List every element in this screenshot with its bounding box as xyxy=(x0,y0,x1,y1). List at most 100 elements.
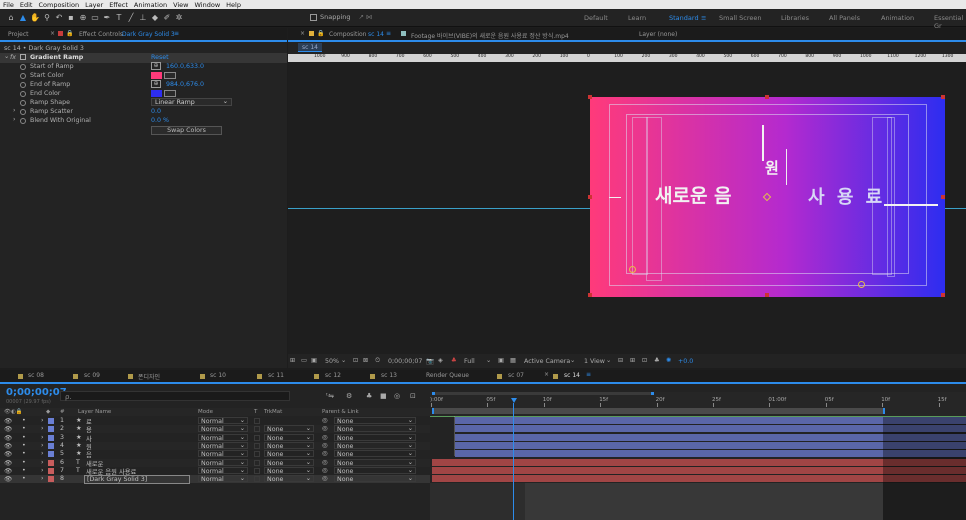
expand-chevron-icon[interactable]: › xyxy=(41,459,44,466)
label-color-swatch[interactable] xyxy=(48,434,54,441)
mode-dropdown[interactable]: Normal ⌄ xyxy=(198,441,248,450)
stopwatch-icon[interactable] xyxy=(20,64,26,70)
trkmat-dropdown[interactable]: None ⌄ xyxy=(264,458,314,467)
roto-brush-tool-icon[interactable]: ✐ xyxy=(162,12,172,24)
solo-icon[interactable]: • xyxy=(22,434,26,441)
playhead-line[interactable] xyxy=(513,403,514,520)
trkmat-dropdown[interactable]: None ⌄ xyxy=(264,450,314,458)
menu-view[interactable]: View xyxy=(173,1,188,9)
trkmat-dropdown[interactable]: None ⌄ xyxy=(264,433,314,442)
preserve-transparency-checkbox[interactable] xyxy=(254,476,260,483)
eye-icon[interactable]: 👁 xyxy=(4,417,12,425)
comp-mini-flowchart-icon[interactable]: ᵗ⇋ xyxy=(326,392,334,400)
flowchart-icon[interactable]: ♣ xyxy=(654,357,660,364)
pickwhip-icon[interactable]: ◎ xyxy=(322,434,328,441)
rotate-tool-icon[interactable]: ↶ xyxy=(54,12,64,24)
hand-tool-icon[interactable]: ✋ xyxy=(30,12,40,24)
selection-handle[interactable] xyxy=(941,195,945,199)
layer-row[interactable]: 👁 • › 3 ★ 사 Normal ⌄ None ⌄ ◎ None ⌄ xyxy=(0,433,430,443)
region-of-interest-icon[interactable]: ▣ xyxy=(498,357,504,364)
workspace-libraries[interactable]: Libraries xyxy=(781,14,809,22)
composition-viewer[interactable]: 새로운 음 원 사 용 료 xyxy=(288,62,966,354)
menu-layer[interactable]: Layer xyxy=(85,1,103,9)
ramp-end-point-icon[interactable] xyxy=(858,281,865,288)
selection-handle[interactable] xyxy=(765,293,769,297)
preserve-transparency-checkbox[interactable] xyxy=(254,451,260,458)
shy-icon[interactable]: ♣ xyxy=(366,392,372,400)
mode-dropdown[interactable]: Normal ⌄ xyxy=(198,475,248,483)
timeline-tab[interactable]: sc 11 xyxy=(268,372,284,379)
workspace-small-screen[interactable]: Small Screen xyxy=(719,14,761,22)
grid-icon[interactable]: ⊠ xyxy=(363,357,368,364)
header-layer-name[interactable]: Layer Name xyxy=(78,409,111,415)
text-layer-saeroun-eum[interactable]: 새로운 음 xyxy=(655,181,732,208)
label-color-swatch[interactable] xyxy=(48,459,54,466)
selection-handle[interactable] xyxy=(588,195,592,199)
timeline-tab[interactable]: sc 09 xyxy=(84,372,100,379)
type-tool-icon[interactable]: T xyxy=(114,12,124,24)
toggle-pixel-icon[interactable]: ⊟ xyxy=(618,357,623,364)
fit-icon[interactable]: ⊡ xyxy=(353,357,358,364)
exposure-icon[interactable]: ✺ xyxy=(666,357,671,364)
eye-icon[interactable]: 👁 xyxy=(4,450,12,458)
solo-icon[interactable]: • xyxy=(22,442,26,449)
preserve-transparency-checkbox[interactable] xyxy=(254,467,260,474)
pickwhip-icon[interactable]: ◎ xyxy=(322,417,328,424)
exposure-value[interactable]: +0.0 xyxy=(678,358,693,365)
monitor-icon[interactable]: ▭ xyxy=(301,357,307,364)
tab-effect-controls[interactable]: Effect Controls xyxy=(79,31,123,38)
fast-preview-icon[interactable]: ⊞ xyxy=(630,357,635,364)
zoom-dropdown[interactable]: 50% xyxy=(325,358,339,365)
parent-dropdown[interactable]: None ⌄ xyxy=(334,475,416,483)
stopwatch-icon[interactable] xyxy=(20,82,26,88)
snap-options-icon[interactable]: ↗ ⋈ xyxy=(359,13,373,21)
trkmat-dropdown[interactable]: None ⌄ xyxy=(264,466,314,475)
tab-project[interactable]: Project xyxy=(8,31,29,38)
stopwatch-icon[interactable] xyxy=(20,100,26,106)
mode-dropdown[interactable]: Normal ⌄ xyxy=(198,433,248,442)
ramp-scatter-value[interactable]: 0.0 xyxy=(151,108,161,115)
timeline-tab[interactable]: sc 12 xyxy=(325,372,341,379)
panel-menu-icon[interactable]: ≡ xyxy=(586,371,591,378)
solo-icon[interactable]: • xyxy=(22,417,26,424)
layer-row[interactable]: 👁 • › 8 [Dark Gray Solid 3] Normal ⌄ None ⌄ ◎ None… xyxy=(0,475,430,485)
expand-chevron-icon[interactable]: ⌄ xyxy=(4,53,9,60)
solo-icon[interactable]: • xyxy=(22,450,26,457)
label-color-swatch[interactable] xyxy=(48,476,54,483)
workspace-all-panels[interactable]: All Panels xyxy=(829,14,860,22)
expand-chevron-icon[interactable]: › xyxy=(41,450,44,457)
reset-link[interactable]: Reset xyxy=(151,54,169,61)
layer-row[interactable]: 👁 • › 2 ★ 용 Normal ⌄ None ⌄ ◎ None ⌄ xyxy=(0,425,430,434)
mode-dropdown[interactable]: Normal ⌄ xyxy=(198,466,248,475)
label-color-swatch[interactable] xyxy=(48,442,54,449)
tab-composition[interactable]: Composition xyxy=(329,31,366,38)
swap-colors-button[interactable]: Swap Colors xyxy=(151,126,222,135)
ramp-start-point-icon[interactable] xyxy=(629,266,636,273)
expand-chevron-icon[interactable]: › xyxy=(41,434,44,441)
pickwhip-icon[interactable]: ◎ xyxy=(322,450,328,457)
parent-dropdown[interactable]: None ⌄ xyxy=(334,417,416,425)
layer-row[interactable]: 👁 • › 7 T 새로운 음원 사용료 Normal ⌄ None ⌄ ◎ None ⌄ xyxy=(0,466,430,476)
current-timecode[interactable]: 0;00;00;07 xyxy=(6,387,67,398)
start-of-ramp-value[interactable]: 160.0,633.0 xyxy=(166,63,204,70)
text-layer-won[interactable]: 원 xyxy=(765,157,779,178)
pickwhip-icon[interactable]: ◎ xyxy=(322,442,328,449)
expand-chevron-icon[interactable]: › xyxy=(41,425,44,432)
selection-tool-icon[interactable]: ▲ xyxy=(18,12,28,24)
solo-icon[interactable]: • xyxy=(22,425,26,432)
label-color-swatch[interactable] xyxy=(48,418,54,424)
stopwatch-icon[interactable] xyxy=(20,91,26,97)
viewer-timecode[interactable]: 0;00;00;07 xyxy=(388,358,422,365)
start-color-swatch[interactable] xyxy=(151,72,162,79)
timeline-tab[interactable]: sc 08 xyxy=(28,372,44,379)
preserve-transparency-checkbox[interactable] xyxy=(254,418,260,424)
blend-value[interactable]: 0.0 % xyxy=(151,117,169,124)
comp-canvas[interactable]: 새로운 음 원 사 용 료 xyxy=(588,95,945,297)
layer-name[interactable]: [Dark Gray Solid 3] xyxy=(84,475,190,485)
snapshot-icon[interactable]: ⊞ xyxy=(290,357,295,364)
close-icon[interactable]: × xyxy=(50,30,55,37)
mask-icon[interactable]: ▣ xyxy=(311,357,317,364)
time-ruler[interactable]: ):00f 05f 10f 15f 20f 25f 01:00f 05f 10f 15f xyxy=(430,392,966,416)
eye-icon[interactable]: 👁 xyxy=(4,425,12,433)
navigator-end-handle[interactable] xyxy=(883,408,885,414)
